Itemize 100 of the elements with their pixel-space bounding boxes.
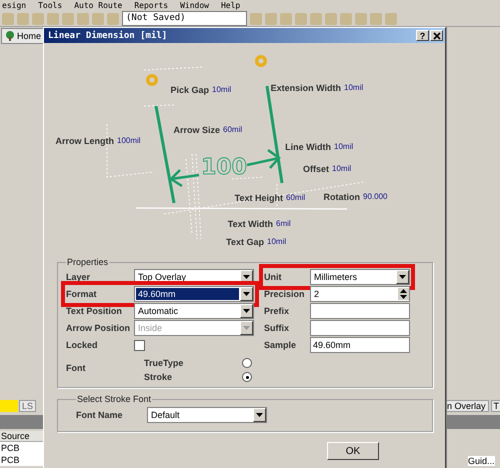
field-label: Unit — [264, 272, 282, 282]
dimension-value: 60mil — [223, 125, 242, 134]
menu-item[interactable]: Help — [220, 0, 240, 11]
menu-item[interactable]: Tools — [38, 0, 62, 11]
checkbox[interactable] — [134, 340, 145, 350]
tree-icon — [4, 31, 16, 41]
sample-dimension-text: 100 — [201, 155, 247, 180]
dimension-label: Extension Width — [270, 83, 341, 93]
dimension-value: 10mil — [332, 164, 352, 173]
close-icon — [432, 32, 440, 40]
group-title: Properties — [66, 257, 110, 267]
dropdown[interactable]: Automatic — [134, 303, 254, 319]
toolbar-icon[interactable] — [280, 12, 292, 24]
input-field[interactable] — [310, 320, 410, 336]
dimension-value: 90.000 — [363, 192, 388, 201]
close-button[interactable] — [430, 30, 443, 41]
help-button[interactable]: ? — [416, 30, 429, 41]
dropdown[interactable]: Millimeters — [310, 269, 410, 285]
field-label: Format — [66, 289, 98, 299]
toolbar-icon[interactable] — [17, 12, 29, 24]
layer-tab[interactable]: n Overlay — [444, 400, 489, 412]
dropdown[interactable]: 49.60mm — [134, 286, 254, 302]
layer-color-tab[interactable] — [0, 400, 18, 412]
window-title: Linear Dimension [mil] — [48, 30, 168, 40]
toolbar-icon[interactable] — [265, 12, 277, 24]
toolbar-icon[interactable] — [47, 12, 59, 24]
pad-icon — [255, 55, 267, 67]
dimension-value: 60mil — [286, 193, 306, 202]
dimension-label: Text Gap — [226, 237, 264, 247]
field-label: Font Name — [76, 410, 124, 420]
field-label: Arrow Position — [66, 323, 132, 333]
dimension-value: 10mil — [344, 83, 364, 92]
field-label: Text Position — [66, 306, 123, 316]
menu-item[interactable]: Window — [180, 0, 209, 11]
radio-button[interactable] — [242, 358, 252, 368]
document-dropdown[interactable]: (Not Saved) — [122, 11, 247, 26]
toolbar-icon[interactable] — [340, 12, 352, 24]
menu-item[interactable]: Auto Route — [74, 0, 122, 11]
field-label: Layer — [66, 272, 92, 282]
arrow-drawing — [246, 149, 281, 169]
spin-arrows-icon — [400, 289, 407, 299]
dimension-label: Line Width — [285, 142, 331, 152]
toolbar-icon[interactable] — [310, 12, 322, 24]
menu-item[interactable]: esign — [2, 0, 26, 11]
field-label: Precision — [264, 289, 306, 299]
caret-icon — [256, 413, 263, 417]
pad-icon — [146, 74, 158, 86]
panel-header-bar — [446, 415, 500, 429]
caret-icon — [243, 292, 250, 296]
dimension-value: 10mil — [267, 237, 286, 246]
toolbar-icon[interactable] — [385, 12, 397, 24]
spin-field[interactable]: 2 — [310, 286, 410, 302]
table-cell: Guid... — [468, 456, 495, 466]
caret-icon — [243, 309, 250, 313]
layer-tab[interactable]: T — [490, 400, 500, 412]
caret-icon — [243, 326, 250, 330]
field-label: Font — [66, 363, 86, 373]
dimension-value: 6mil — [276, 219, 291, 228]
toolbar-icon[interactable] — [325, 12, 337, 24]
panel-header-bar — [0, 415, 43, 429]
toolbar-icon[interactable] — [355, 12, 367, 24]
field-label: Prefix — [264, 306, 290, 316]
toolbar-icon[interactable] — [295, 12, 307, 24]
dimension-label: Pick Gap — [170, 85, 209, 95]
radio-button[interactable] — [242, 372, 252, 382]
radio-label: TrueType — [144, 358, 184, 368]
toolbar-icon[interactable] — [92, 12, 104, 24]
ok-button[interactable]: OK — [327, 442, 379, 460]
dimension-label: Arrow Length — [56, 136, 114, 146]
toolbar-icon[interactable] — [32, 12, 44, 24]
field-label: Sample — [264, 340, 298, 350]
toolbar-icon[interactable] — [62, 12, 74, 24]
menu-item[interactable]: Reports — [134, 0, 168, 11]
toolbar-icon[interactable] — [107, 12, 119, 24]
field-label: Locked — [66, 340, 99, 350]
table-cell-text: PCB — [0, 454, 21, 466]
dimension-label: Rotation — [324, 192, 360, 202]
arrow-drawing — [169, 169, 200, 188]
table-cell-text: PCB — [0, 442, 21, 454]
toolbar-icon[interactable] — [250, 12, 262, 24]
toolbar-icon[interactable] — [2, 12, 14, 24]
dimension-value: 10mil — [212, 85, 232, 94]
group-title: Select Stroke Font — [76, 394, 152, 404]
toolbar-icon[interactable] — [77, 12, 89, 24]
dimension-value: 10mil — [334, 142, 354, 151]
dropdown[interactable]: Default — [147, 407, 267, 423]
field-label: Suffix — [264, 323, 290, 333]
dimension-label: Offset — [302, 164, 329, 174]
dimension-label: Text Width — [228, 219, 273, 229]
dimension-value: 100mil — [117, 136, 141, 145]
input-field[interactable] — [310, 303, 410, 319]
caret-icon — [243, 275, 250, 279]
dimension-label: Arrow Size — [173, 125, 220, 135]
input-field[interactable]: 49.60mm — [310, 337, 410, 353]
caret-icon — [399, 275, 406, 279]
home-tab[interactable]: Home — [1, 28, 44, 44]
layer-tab[interactable]: LS — [19, 400, 36, 412]
dimension-label: Text Height — [234, 193, 283, 203]
toolbar-icon[interactable] — [370, 12, 382, 24]
radio-label: Stroke — [144, 372, 172, 382]
